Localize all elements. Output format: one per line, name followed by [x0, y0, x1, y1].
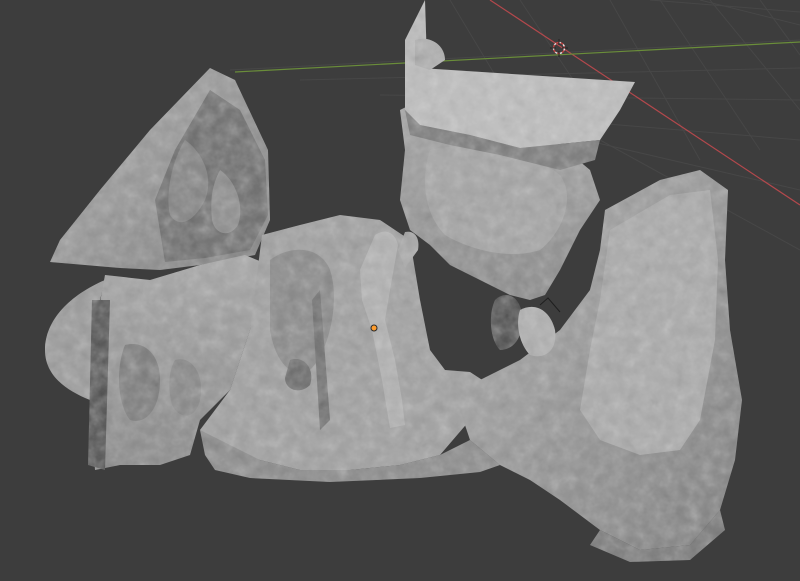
object-origin-icon[interactable]: [370, 324, 378, 332]
mesh-cavity: [490, 295, 523, 350]
scanned-mesh-object[interactable]: [45, 0, 742, 562]
mesh-nub: [518, 306, 556, 357]
viewport-canvas[interactable]: [0, 0, 800, 581]
y-axis-line: [234, 41, 800, 73]
mesh-wire-outline: [539, 297, 561, 313]
3d-viewport[interactable]: [0, 0, 800, 581]
